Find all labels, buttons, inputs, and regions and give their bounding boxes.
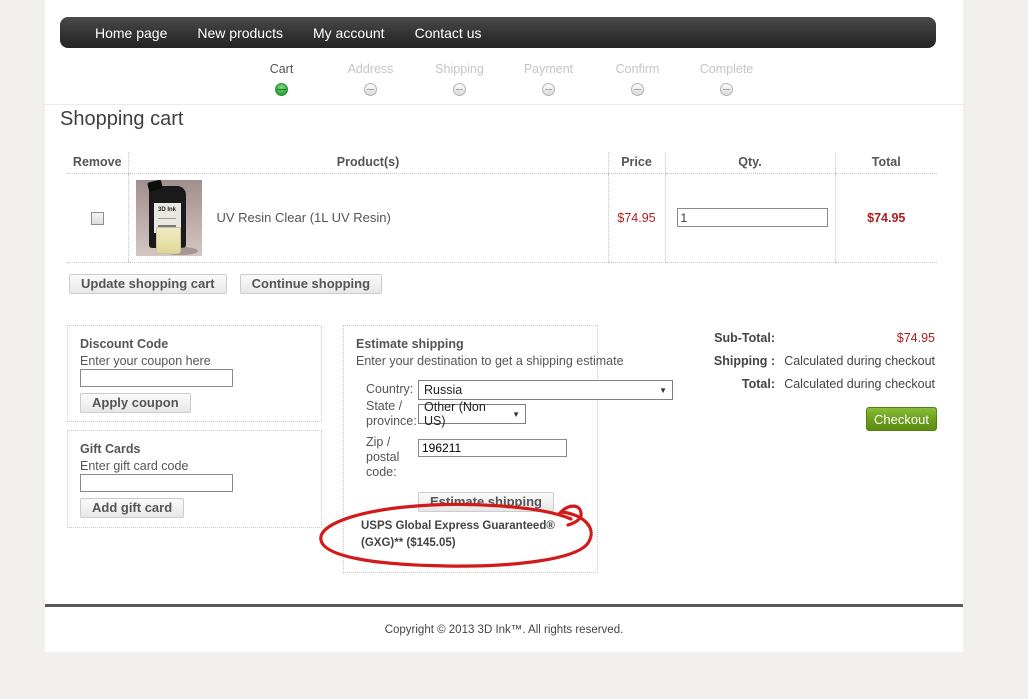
progress-dot-icon xyxy=(364,83,377,96)
progress-step-cart: Cart xyxy=(237,62,326,96)
progress-dot-icon xyxy=(631,83,644,96)
shipping-value: Calculated during checkout xyxy=(775,354,935,368)
unit-price: $74.95 xyxy=(608,173,665,262)
zip-postal-input[interactable] xyxy=(418,439,567,457)
quantity-input[interactable] xyxy=(677,208,828,227)
chevron-down-icon: ▼ xyxy=(512,410,520,419)
discount-hint: Enter your coupon here xyxy=(80,354,211,368)
estimate-shipping-subtitle: Enter your destination to get a shipping… xyxy=(356,354,624,368)
progress-step-confirm: Confirm xyxy=(593,62,682,96)
page-container: Home page New products My account Contac… xyxy=(45,0,963,652)
order-totals: Sub-Total: $74.95 Shipping : Calculated … xyxy=(600,331,935,400)
product-image: 3D Ink xyxy=(136,180,202,256)
remove-item-checkbox[interactable] xyxy=(91,212,104,225)
progress-step-address: Address xyxy=(326,62,415,96)
progress-dot-icon xyxy=(720,83,733,96)
checkout-progress: Cart Address Shipping Payment Confirm Co… xyxy=(45,62,963,96)
update-cart-button[interactable]: Update shopping cart xyxy=(69,274,227,294)
cart-item-row: 3D Ink UV Resin Clear (1L UV Resin) $74.… xyxy=(67,173,937,262)
country-selected-value: Russia xyxy=(424,383,462,397)
shipping-estimate-result-line1: USPS Global Express Guaranteed® xyxy=(361,520,555,532)
top-nav: Home page New products My account Contac… xyxy=(60,17,936,48)
line-total: $74.95 xyxy=(835,173,937,262)
product-glass-graphic xyxy=(156,227,181,254)
nav-item-home-page[interactable]: Home page xyxy=(95,25,167,41)
total-row: Total: Calculated during checkout xyxy=(600,377,935,391)
column-header-product: Product(s) xyxy=(128,152,608,173)
nav-item-contact-us[interactable]: Contact us xyxy=(415,25,482,41)
progress-step-complete: Complete xyxy=(682,62,771,96)
estimate-shipping-title: Estimate shipping xyxy=(356,337,464,351)
zip-postal-label: Zip / postal code: xyxy=(366,435,418,480)
gift-cards-hint: Enter gift card code xyxy=(80,459,188,473)
subtotal-row: Sub-Total: $74.95 xyxy=(600,331,935,345)
page-title: Shopping cart xyxy=(60,108,183,131)
gift-cards-box: Gift Cards Enter gift card code Add gift… xyxy=(67,430,322,528)
column-header-qty: Qty. xyxy=(665,152,835,173)
subtotal-label: Sub-Total: xyxy=(600,331,775,345)
nav-item-new-products[interactable]: New products xyxy=(197,25,283,41)
checkout-button[interactable]: Checkout xyxy=(866,407,937,431)
shipping-estimate-result-line2: (GXG)** ($145.05) xyxy=(361,537,456,549)
cart-table: Remove Product(s) Price Qty. Total 3D In… xyxy=(67,152,937,263)
gift-cards-title: Gift Cards xyxy=(80,442,140,456)
footer-divider xyxy=(45,604,963,607)
total-label: Total: xyxy=(600,377,775,391)
estimate-shipping-button[interactable]: Estimate shipping xyxy=(418,492,554,512)
discount-title: Discount Code xyxy=(80,337,168,351)
shipping-row: Shipping : Calculated during checkout xyxy=(600,354,935,368)
column-header-remove: Remove xyxy=(67,152,128,173)
progress-dot-active-icon xyxy=(275,83,288,96)
coupon-code-input[interactable] xyxy=(80,369,233,387)
estimate-shipping-box: Estimate shipping Enter your destination… xyxy=(343,325,598,573)
nav-item-my-account[interactable]: My account xyxy=(313,25,385,41)
country-label: Country: xyxy=(366,382,418,397)
progress-dot-icon xyxy=(542,83,555,96)
divider xyxy=(45,104,963,105)
subtotal-value: $74.95 xyxy=(775,331,935,345)
apply-coupon-button[interactable]: Apply coupon xyxy=(80,393,191,413)
state-province-select[interactable]: Other (Non US) ▼ xyxy=(418,404,526,424)
progress-step-shipping: Shipping xyxy=(415,62,504,96)
total-value: Calculated during checkout xyxy=(775,377,935,391)
continue-shopping-button[interactable]: Continue shopping xyxy=(240,274,382,294)
column-header-total: Total xyxy=(835,152,937,173)
progress-step-payment: Payment xyxy=(504,62,593,96)
gift-card-code-input[interactable] xyxy=(80,474,233,492)
state-selected-value: Other (Non US) xyxy=(424,400,504,428)
cart-actions: Update shopping cart Continue shopping xyxy=(69,274,382,294)
progress-dot-icon xyxy=(453,83,466,96)
column-header-price: Price xyxy=(608,152,665,173)
copyright-text: Copyright © 2013 3D Ink™. All rights res… xyxy=(45,624,963,636)
product-name: UV Resin Clear (1L UV Resin) xyxy=(217,210,391,225)
state-province-label: State / province: xyxy=(366,399,418,429)
add-gift-card-button[interactable]: Add gift card xyxy=(80,498,184,518)
cart-table-header-row: Remove Product(s) Price Qty. Total xyxy=(67,152,937,173)
shipping-label: Shipping : xyxy=(600,354,775,368)
discount-code-box: Discount Code Enter your coupon here App… xyxy=(67,325,322,422)
